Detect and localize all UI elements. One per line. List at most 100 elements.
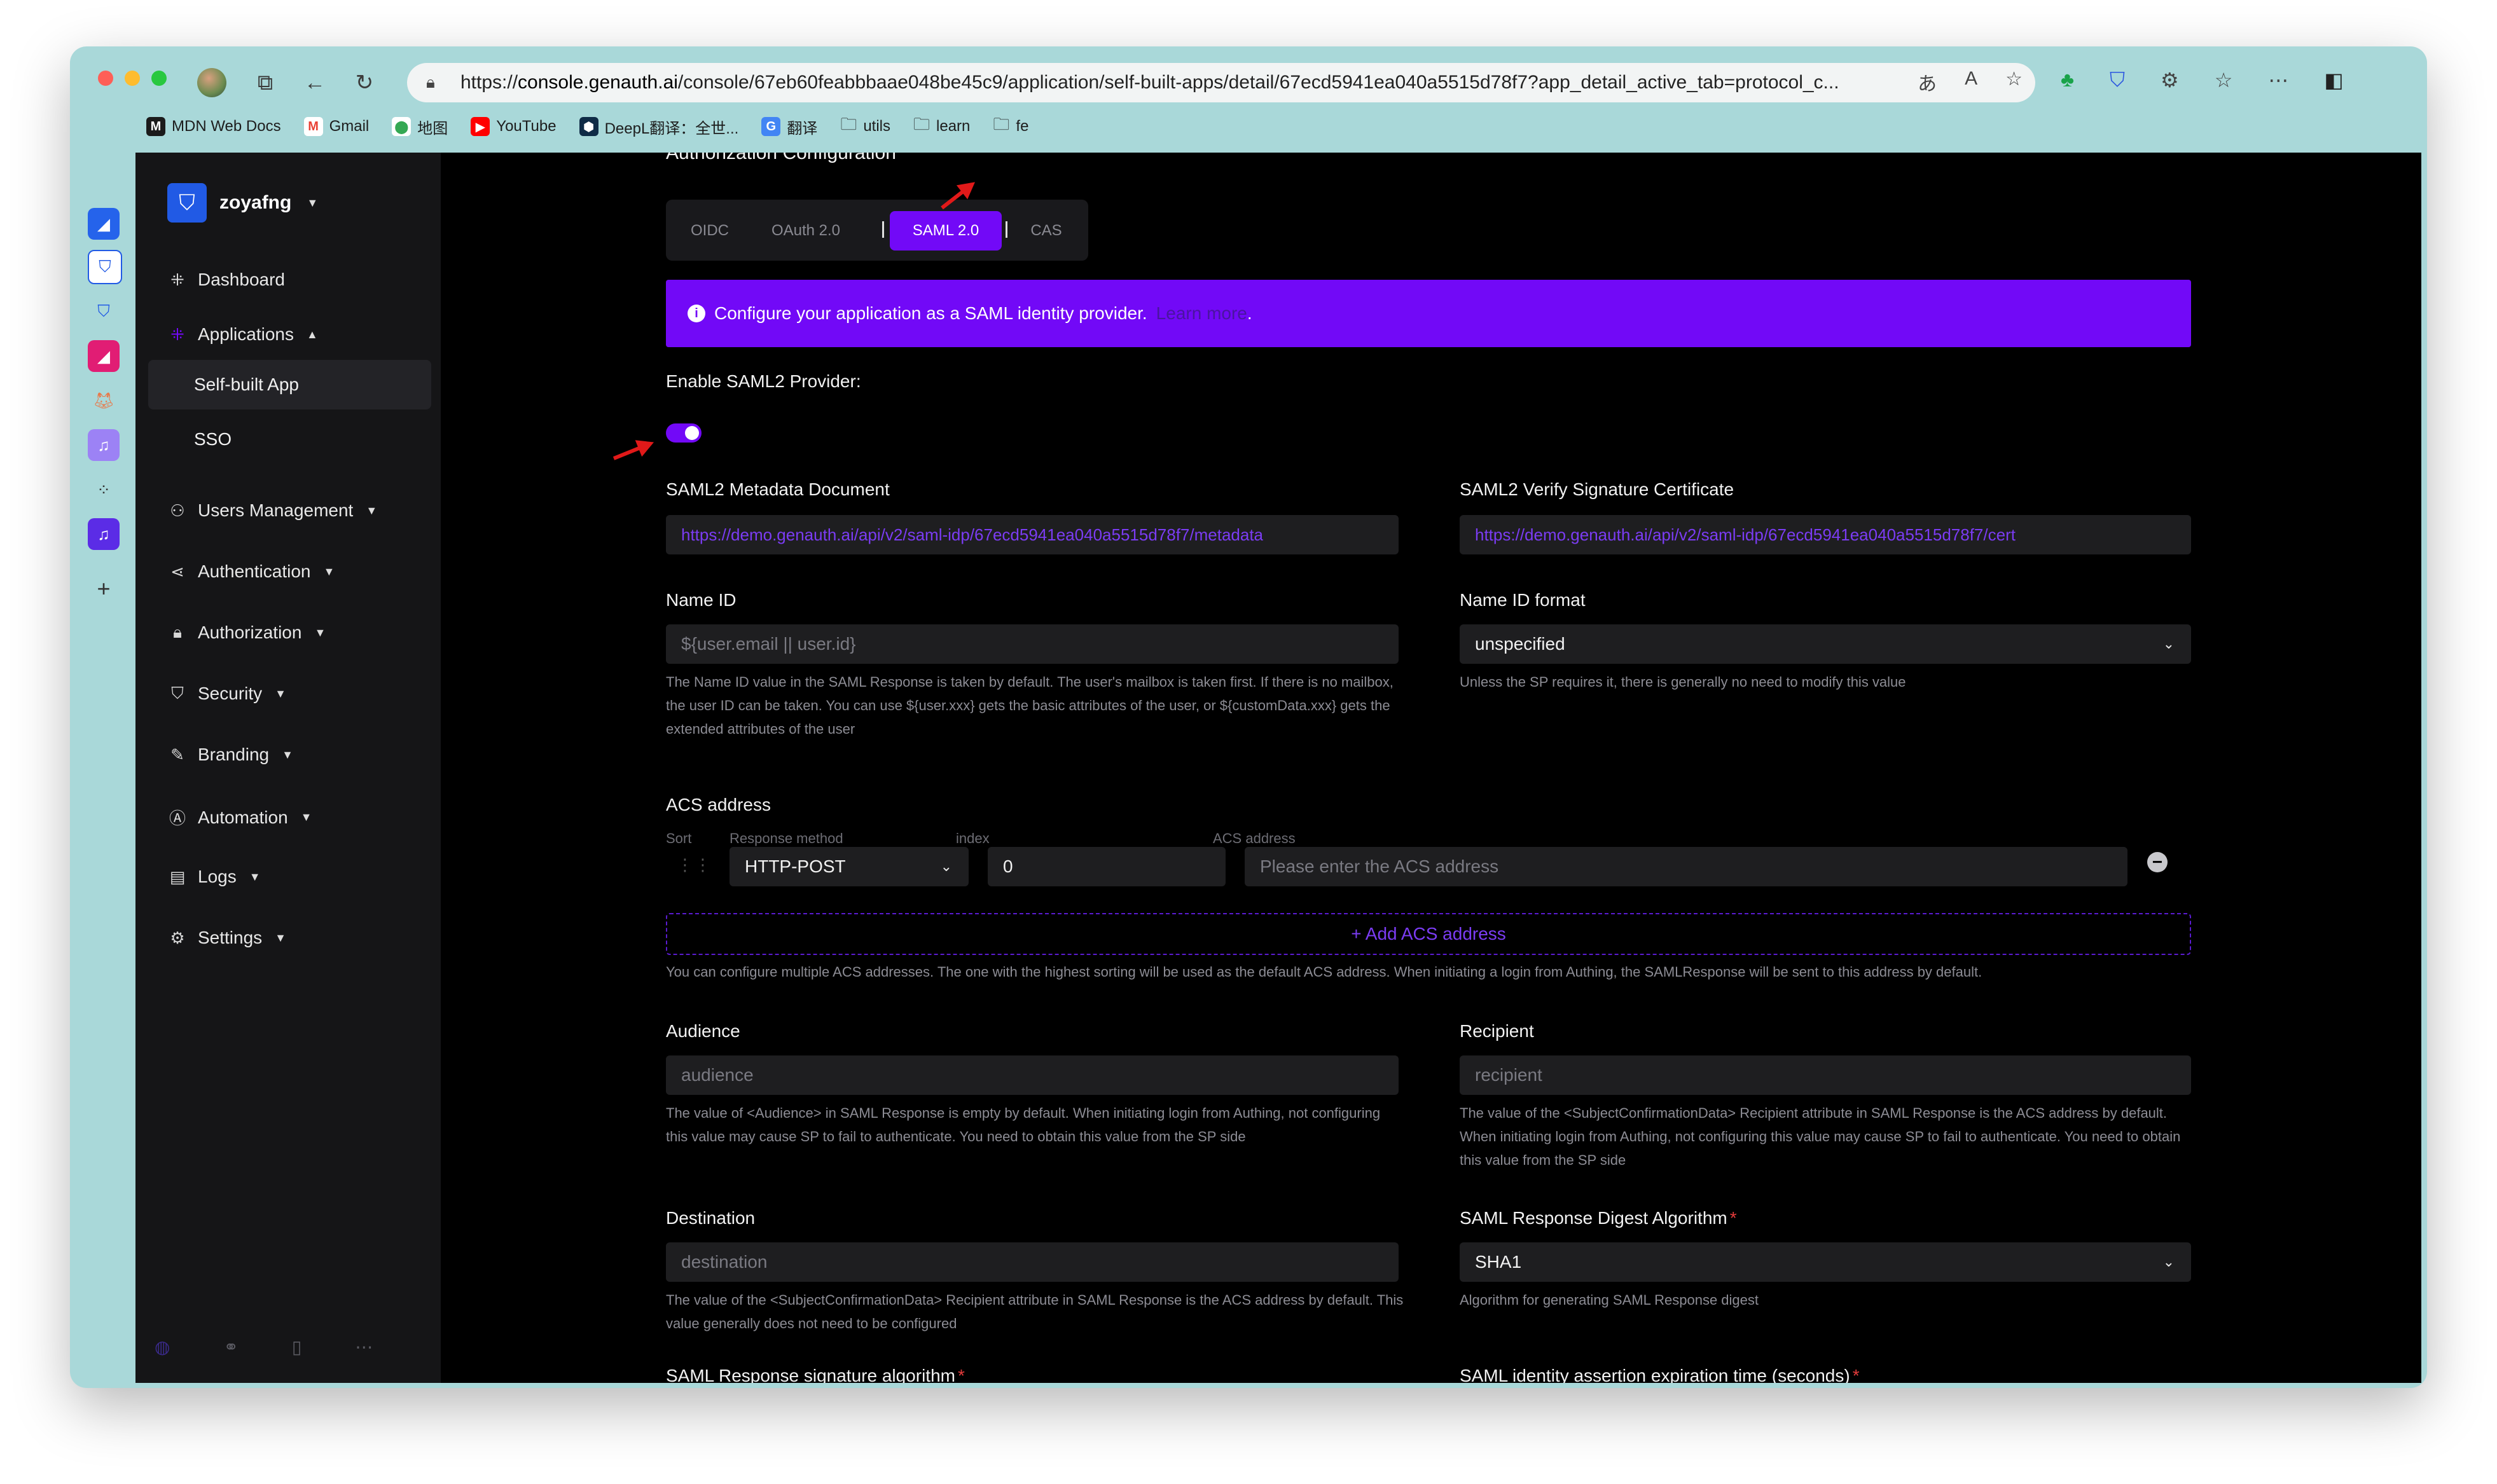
tab-oidc[interactable]: OIDC [675,211,745,251]
org-name: zoyafng [219,192,292,213]
new-tab-plus-icon[interactable]: + [88,573,120,605]
digest-select[interactable]: SHA1 ⌄ [1460,1242,2191,1282]
vertical-tab-1[interactable]: ◢ [88,208,120,240]
url-text: https://console.genauth.ai/console/67eb6… [460,72,1839,93]
gear-icon: ⚙ [170,928,185,947]
tab-oauth2[interactable]: OAuth 2.0 [761,211,850,251]
sidebar-item-self-built-app[interactable]: Self-built App [148,360,431,409]
acs-method-select[interactable]: HTTP-POST ⌄ [730,847,969,886]
sidebar-item-settings[interactable]: ⚙ Settings ▼ [167,928,286,948]
sidebar-item-dashboard[interactable]: ⁜ Dashboard [167,270,285,290]
user-icon: ⚇ [170,500,185,520]
drag-handle-icon[interactable]: ⋮⋮ [677,855,712,875]
vertical-tab-genauth[interactable]: ⛉ [88,296,120,327]
audience-input[interactable]: audience [666,1055,1399,1095]
extension-shield-icon[interactable]: ⛉ [2110,68,2125,92]
tab-divider [1006,221,1007,238]
favorites-list-icon[interactable]: ☆ [2215,68,2233,92]
sidebar-item-sso[interactable]: SSO [148,415,431,464]
vertical-tab-music[interactable]: ♫ [88,429,120,461]
info-banner: i Configure your application as a SAML i… [666,280,2191,347]
minimize-window-button[interactable] [125,71,140,86]
org-switcher[interactable]: ⛉ zoyafng ▼ [167,183,318,223]
genauth-small-logo-icon[interactable]: ◍ [155,1336,170,1357]
sidebar-item-users-management[interactable]: ⚇ Users Management ▼ [167,500,377,521]
chevron-down-icon: ▼ [282,748,293,761]
vertical-tab-strip: ◢ ⛉ ⛉ ◢ 🦊︎ ♫ ⁘ ♫ + [70,148,139,1388]
main-content: Authorization Configuration OIDC OAuth 2… [441,153,2421,1383]
bookmark-gmail[interactable]: M Gmail [303,117,369,136]
required-mark: * [1729,1208,1737,1228]
nameid-input[interactable]: ${user.email || user.id} [666,624,1399,664]
sidebar-item-authentication[interactable]: ⋖ Authentication ▼ [167,561,335,582]
back-arrow-icon[interactable]: ← [300,68,329,97]
chevron-down-icon: ▼ [323,565,335,578]
learn-more-link[interactable]: Learn more [1156,303,1247,324]
extensions-puzzle-icon[interactable]: ⚙ [2161,68,2179,92]
nameid-hint: The Name ID value in the SAML Response i… [666,674,1394,737]
link-icon[interactable]: ⚭ [223,1336,238,1357]
tab-saml2[interactable]: SAML 2.0 [890,211,1002,251]
folder-icon: 🗀 [840,114,857,134]
folder-icon: 🗀 [993,114,1010,134]
sidebar-item-branding[interactable]: ✎ Branding ▼ [167,745,293,765]
metadata-label: SAML2 Metadata Document [666,479,890,499]
more-menu-icon[interactable]: ⋯ [2268,68,2288,92]
vertical-tab-pink[interactable]: ◢ [88,340,120,372]
vertical-tab-genauth-active[interactable]: ⛉ [88,250,122,284]
zoom-window-button[interactable] [151,71,167,86]
info-icon: i [688,305,705,322]
sidebar-toggle-icon[interactable]: ◧ [2324,68,2343,92]
reload-icon[interactable]: ↻ [350,68,379,97]
bookmark-maps[interactable]: ⬤ 地图 [392,116,448,138]
bookmark-translate[interactable]: G 翻译 [761,116,817,138]
acs-index-input[interactable]: 0 [988,847,1226,886]
lock-icon: 🔒︎ [173,622,182,642]
tab-cas[interactable]: CAS [1014,211,1078,251]
chevron-down-icon: ▼ [307,196,319,209]
translate-icon[interactable]: あ [1918,68,1937,96]
sidebar-item-security[interactable]: ⛉ Security ▼ [167,684,286,704]
book-icon[interactable]: ▯ [292,1336,301,1357]
bookmark-youtube[interactable]: ▶ YouTube [471,117,557,136]
lock-icon: 🔒︎ [426,72,435,92]
address-bar[interactable]: 🔒︎ https://console.genauth.ai/console/67… [407,63,2035,102]
metadata-url-field[interactable]: https://demo.genauth.ai/api/v2/saml-idp/… [666,515,1399,554]
cert-url-field[interactable]: https://demo.genauth.ai/api/v2/saml-idp/… [1460,515,2191,554]
bookmark-deepl[interactable]: ⬢ DeepL翻译：全世... [579,116,738,138]
add-acs-button[interactable]: + Add ACS address [666,913,2191,955]
vertical-tab-gitlab[interactable]: 🦊︎ [88,385,120,416]
enable-saml-toggle[interactable] [666,423,702,443]
remove-acs-icon[interactable]: − [2147,852,2168,872]
bookmark-folder-fe[interactable]: 🗀 fe [993,113,1028,141]
acs-address-input[interactable]: Please enter the ACS address [1245,847,2127,886]
extension-green-icon[interactable]: ♣ [2061,68,2074,92]
destination-input[interactable]: destination [666,1242,1399,1282]
tab-collections-icon[interactable]: ⧉ [251,68,280,97]
read-aloud-icon[interactable]: A [1965,68,1977,96]
gmail-icon: M [303,117,323,136]
sidebar-item-applications[interactable]: ⁜ Applications ▲ [167,324,318,345]
sidebar-item-logs[interactable]: ▤ Logs ▼ [167,867,261,887]
annotation-arrow-toggle [612,444,646,460]
recipient-input[interactable]: recipient [1460,1055,2191,1095]
sidebar-item-automation[interactable]: Ⓐ Automation ▼ [167,806,312,829]
cert-label: SAML2 Verify Signature Certificate [1460,479,1734,499]
bookmark-folder-learn[interactable]: 🗀 learn [913,113,970,141]
acs-label: ACS address [666,795,771,814]
nameid-format-select[interactable]: unspecified ⌄ [1460,624,2191,664]
bookmark-folder-utils[interactable]: 🗀 utils [840,113,890,141]
chevron-down-icon: ▼ [275,931,286,944]
logs-icon: ▤ [169,867,186,886]
vertical-tab-dots[interactable]: ⁘ [88,474,120,505]
more-dots-icon[interactable]: ⋯ [355,1336,373,1357]
vertical-tab-music-2[interactable]: ♫ [88,518,120,550]
sidebar-item-authorization[interactable]: 🔒︎ Authorization ▼ [167,622,326,643]
close-window-button[interactable] [98,71,113,86]
bookmark-mdn[interactable]: M MDN Web Docs [146,117,281,136]
profile-avatar[interactable] [197,68,226,97]
sig-alg-label: SAML Response signature algorithm * [666,1366,965,1383]
favorite-star-icon[interactable]: ☆ [2005,68,2023,96]
app-sidebar: ⛉ zoyafng ▼ ⁜ Dashboard ⁜ Applications ▲… [135,153,441,1383]
nameid-label: Name ID [666,590,737,610]
